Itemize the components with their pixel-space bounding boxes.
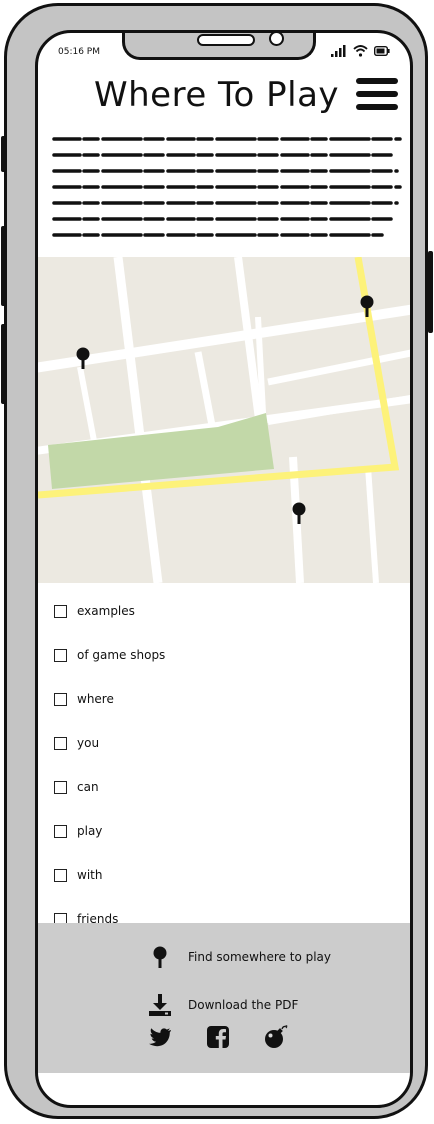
checklist-item[interactable]: can (54, 765, 394, 809)
checkbox[interactable] (54, 692, 67, 706)
checklist-label: examples (77, 604, 135, 618)
menu-icon[interactable] (356, 78, 398, 114)
map[interactable] (38, 257, 413, 583)
facebook-icon[interactable] (206, 1025, 230, 1049)
checklist-label: where (77, 692, 114, 706)
camera (269, 33, 284, 46)
bomb-icon[interactable] (264, 1025, 288, 1049)
checklist: examples of game shops where you can pla… (54, 589, 394, 941)
status-time: 05:16 PM (58, 47, 100, 57)
download-pdf-button[interactable]: Download the PDF (148, 993, 298, 1017)
checkbox[interactable] (54, 868, 67, 882)
checklist-item[interactable]: where (54, 677, 394, 721)
twitter-icon[interactable] (148, 1025, 172, 1049)
side-button (1, 136, 6, 172)
checkbox[interactable] (54, 780, 67, 794)
side-button (428, 251, 433, 333)
footer: Find somewhere to play Download the PDF (38, 923, 410, 1073)
download-pdf-label: Download the PDF (188, 998, 299, 1012)
checklist-item[interactable]: play (54, 809, 394, 853)
checklist-item[interactable]: of game shops (54, 633, 394, 677)
side-button (1, 324, 6, 404)
map-pin-icon (153, 946, 167, 968)
checklist-item[interactable]: examples (54, 589, 394, 633)
checkbox[interactable] (54, 648, 67, 662)
phone-frame: 05:16 PM Where To Play examples of game … (1, 3, 433, 1119)
checkbox[interactable] (54, 824, 67, 838)
checklist-label: with (77, 868, 103, 882)
checklist-label: you (77, 736, 100, 750)
notch (122, 33, 316, 60)
checklist-item[interactable]: you (54, 721, 394, 765)
checkbox[interactable] (54, 604, 67, 618)
checkbox[interactable] (54, 736, 67, 750)
screen: 05:16 PM Where To Play examples of game … (35, 30, 413, 1108)
find-somewhere-label: Find somewhere to play (188, 950, 332, 964)
checklist-label: of game shops (77, 648, 166, 662)
wifi-icon (353, 45, 368, 57)
speaker (197, 34, 255, 46)
social-links (148, 1025, 288, 1049)
placeholder-text-block (52, 137, 402, 237)
download-icon (149, 994, 171, 1016)
page-title: Where To Play (94, 75, 340, 115)
status-icons (331, 45, 390, 57)
checklist-label: play (77, 824, 103, 838)
battery-icon (374, 46, 390, 56)
signal-icon (331, 45, 346, 57)
checklist-label: can (77, 780, 99, 794)
side-button (1, 226, 6, 306)
find-somewhere-button[interactable]: Find somewhere to play (148, 945, 331, 969)
checklist-item[interactable]: with (54, 853, 394, 897)
